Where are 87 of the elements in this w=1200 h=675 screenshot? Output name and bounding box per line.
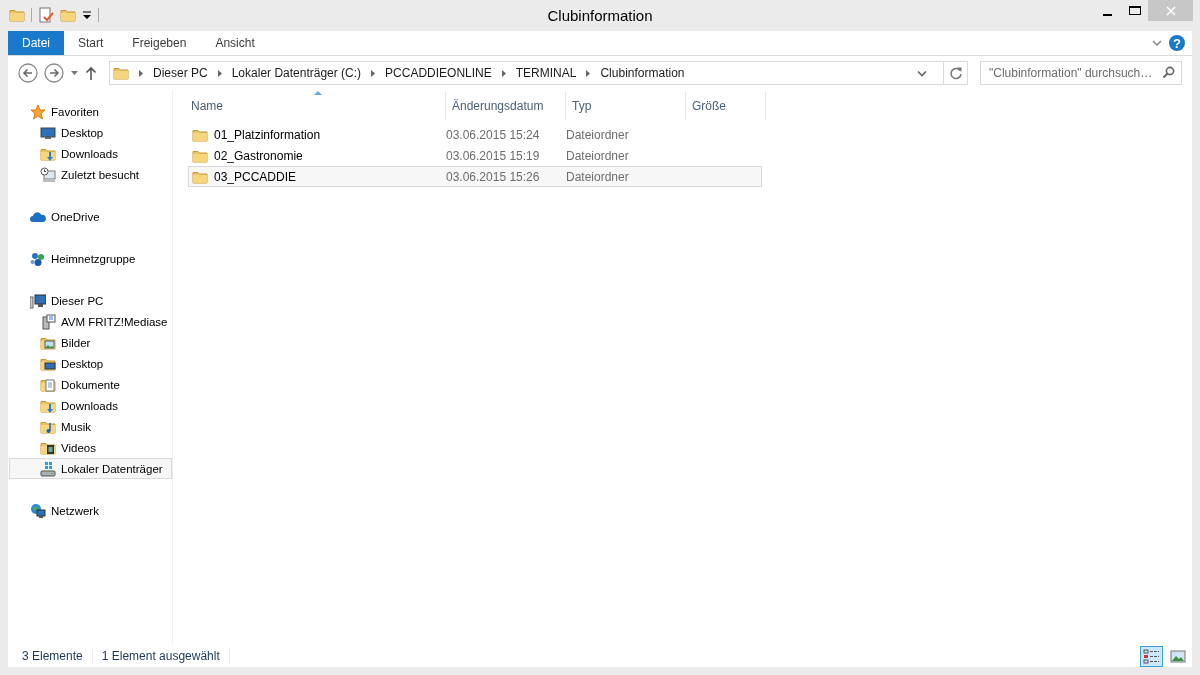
back-button[interactable] xyxy=(18,63,38,83)
modified-date: 03.06.2015 15:26 xyxy=(446,169,540,184)
monitor-icon xyxy=(40,124,56,141)
navigation-item[interactable]: Bilder xyxy=(9,332,172,353)
modified-date: 03.06.2015 15:19 xyxy=(446,148,540,163)
navigation-item[interactable]: Downloads xyxy=(9,143,172,164)
navigation-group[interactable]: OneDrive xyxy=(9,206,172,227)
file-row[interactable]: 01_Platzinformation 03.06.2015 15:24 Dateiordner xyxy=(188,124,762,145)
details-view-icon xyxy=(1143,647,1160,665)
folder-icon xyxy=(9,7,25,23)
navigation-group[interactable]: Heimnetzgruppe xyxy=(9,248,172,269)
chevron-right-icon xyxy=(500,68,507,78)
file-type: Dateiordner xyxy=(566,127,629,142)
caret-icon xyxy=(82,10,92,20)
modified-date: 03.06.2015 15:24 xyxy=(446,127,540,142)
back-icon xyxy=(18,63,38,83)
network-nodes-icon xyxy=(30,250,46,267)
column-header[interactable]: Größe xyxy=(686,92,766,120)
navigation-group[interactable]: Netzwerk xyxy=(9,500,172,521)
details-view-button[interactable] xyxy=(1140,645,1163,667)
navigation-item[interactable]: Downloads xyxy=(9,395,172,416)
forward-button[interactable] xyxy=(44,63,64,83)
chevron-right-icon xyxy=(370,68,377,78)
chevron-right-icon xyxy=(138,68,144,78)
selection-count: 1 Element ausgewählt xyxy=(101,649,230,663)
navigation-item[interactable]: Zuletzt besucht xyxy=(9,164,172,185)
file-row[interactable]: 02_Gastronomie 03.06.2015 15:19 Dateiordner xyxy=(188,145,762,166)
expand-ribbon-button[interactable] xyxy=(1152,39,1162,47)
close-icon xyxy=(1165,5,1176,16)
caret-icon xyxy=(70,70,79,76)
refresh-icon xyxy=(948,66,963,80)
computer-clock-icon xyxy=(40,166,56,183)
breadcrumb-item[interactable]: Clubinformation xyxy=(600,66,685,80)
picture-view-icon xyxy=(1169,648,1186,664)
breadcrumb-item[interactable]: Dieser PC xyxy=(153,66,208,80)
drive-icon xyxy=(40,460,56,477)
chevron-right-icon xyxy=(585,68,592,78)
folder-icon xyxy=(113,65,129,81)
navigation-item[interactable]: Lokaler Datenträger xyxy=(9,458,172,479)
file-type: Dateiordner xyxy=(566,169,629,184)
up-button[interactable] xyxy=(85,65,97,81)
forward-icon xyxy=(44,63,64,83)
folder-icon xyxy=(60,7,76,23)
chevron-right-icon xyxy=(216,68,223,78)
star-icon xyxy=(30,103,46,120)
globe-computer-icon xyxy=(30,502,46,519)
help-button[interactable]: ? xyxy=(1169,35,1185,51)
breadcrumb-item[interactable]: Lokaler Datenträger (C:) xyxy=(231,66,362,80)
ribbon-tab[interactable]: Start xyxy=(64,31,118,55)
navigation-item[interactable]: AVM FRITZ!Mediase xyxy=(9,311,172,332)
search-field[interactable]: "Clubinformation" durchsuch… xyxy=(980,61,1182,85)
navigation-group[interactable]: Favoriten xyxy=(9,101,172,122)
window-title: Clubinformation xyxy=(547,6,653,24)
navigation-item[interactable]: Musik xyxy=(9,416,172,437)
minimize-icon xyxy=(1103,14,1112,16)
search-icon xyxy=(1162,66,1175,79)
document-folder-icon xyxy=(40,376,56,393)
computer-icon xyxy=(30,292,46,309)
navigation-item[interactable]: Dokumente xyxy=(9,374,172,395)
file-row[interactable]: 03_PCCADDIE 03.06.2015 15:26 Dateiordner xyxy=(188,166,762,187)
maximize-icon xyxy=(1128,5,1141,16)
column-header[interactable]: Typ xyxy=(566,92,686,120)
navigation-item[interactable]: Desktop xyxy=(9,353,172,374)
recent-locations-button[interactable] xyxy=(70,70,79,76)
breadcrumb-item[interactable]: TERMINAL xyxy=(515,66,577,80)
file-type: Dateiordner xyxy=(566,148,629,163)
document-check-icon xyxy=(38,7,54,23)
properties-button[interactable] xyxy=(38,7,54,23)
ribbon-tab[interactable]: Ansicht xyxy=(201,31,269,55)
up-arrow-icon xyxy=(85,65,97,81)
customize-button[interactable] xyxy=(82,10,92,20)
navigation-item[interactable]: Desktop xyxy=(9,122,172,143)
file-name: 02_Gastronomie xyxy=(214,148,303,163)
ribbon-tab[interactable]: Freigeben xyxy=(118,31,201,55)
navigation-item[interactable]: Videos xyxy=(9,437,172,458)
chevron-down-icon xyxy=(1152,39,1162,47)
address-bar[interactable]: Dieser PC Lokaler Datenträger (C:) PCCADDIEONLINE TERMINAL Clubinformation xyxy=(109,61,968,85)
file-name: 03_PCCADDIE xyxy=(214,169,297,184)
breadcrumb-item[interactable]: PCCADDIEONLINE xyxy=(385,66,492,80)
column-header[interactable]: Änderungsdatum xyxy=(446,92,566,120)
chevron-down-icon xyxy=(917,69,927,77)
file-tab[interactable]: Datei xyxy=(8,31,64,55)
item-count: 3 Elemente xyxy=(22,649,93,663)
column-header[interactable]: Name xyxy=(191,92,446,120)
navigation-group[interactable]: Dieser PC xyxy=(9,290,172,311)
device-icon xyxy=(40,313,56,330)
file-name: 01_Platzinformation xyxy=(214,127,321,142)
